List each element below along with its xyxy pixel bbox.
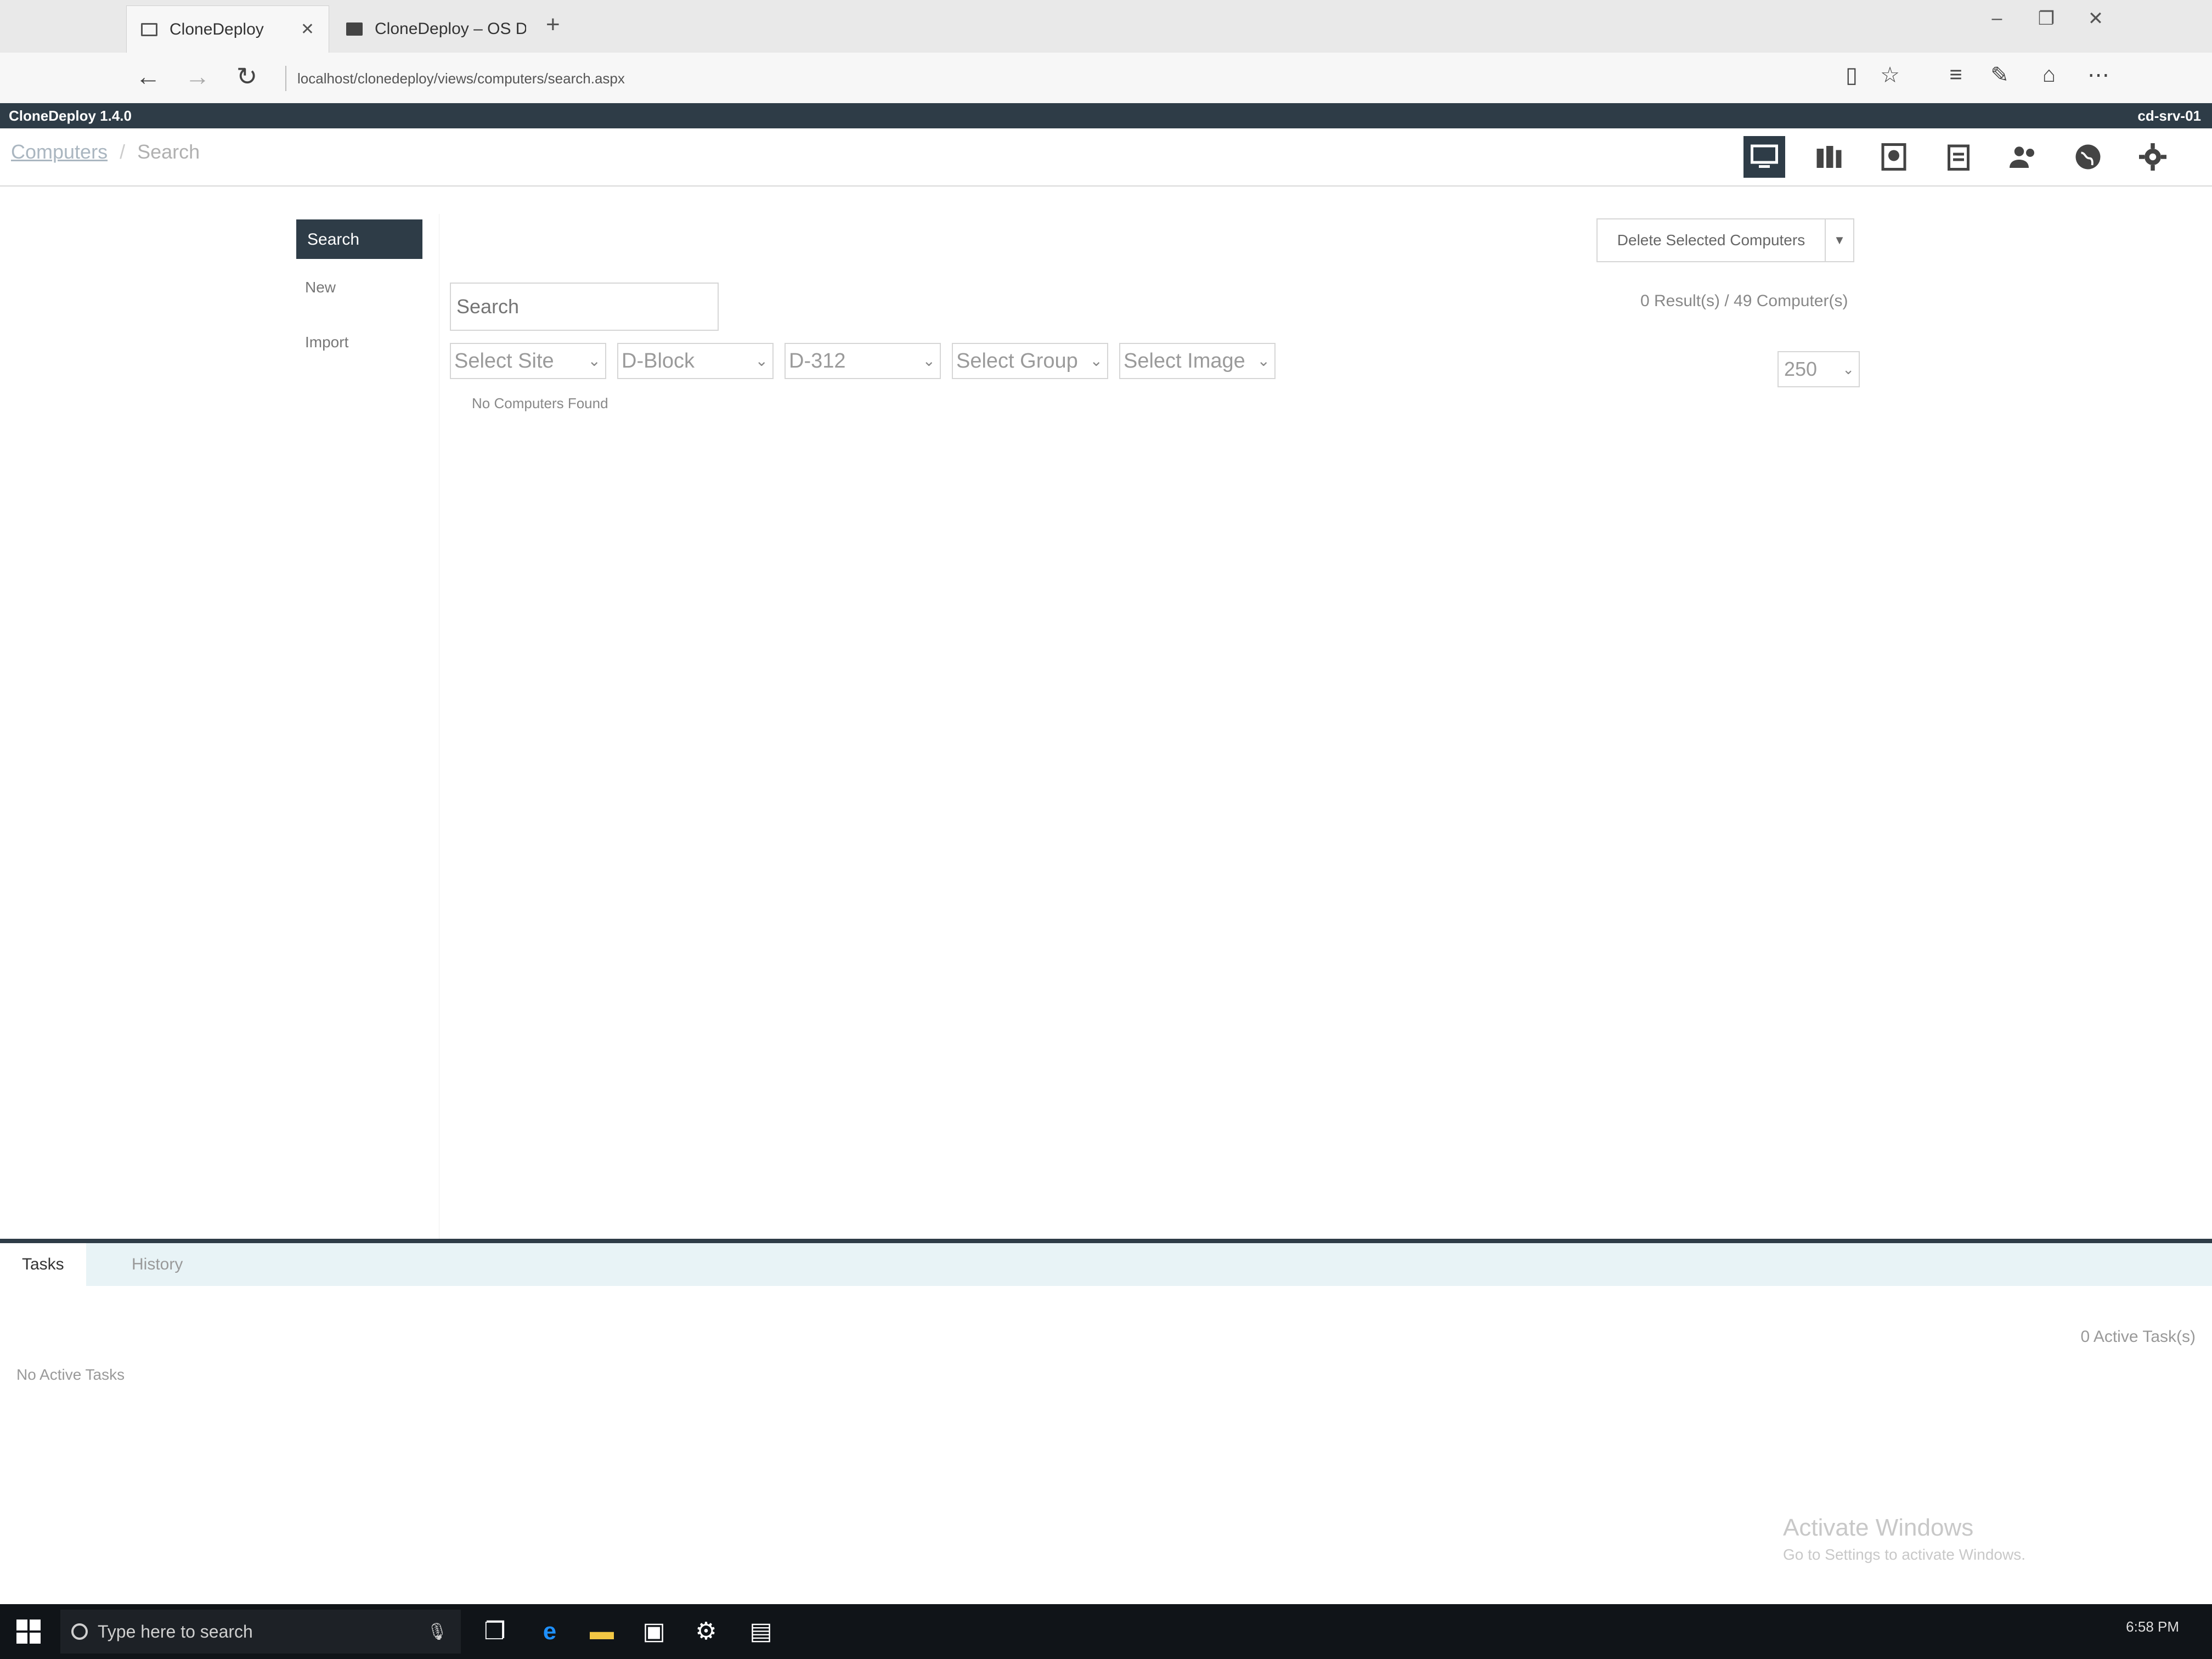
global-icon[interactable] bbox=[2067, 136, 2109, 178]
active-task-count: 0 Active Task(s) bbox=[2080, 1328, 2196, 1346]
refresh-icon[interactable]: ↻ bbox=[230, 61, 263, 91]
taskbar-search-placeholder: Type here to search bbox=[98, 1621, 253, 1641]
task-panel-divider bbox=[0, 1239, 2212, 1243]
search-input[interactable] bbox=[450, 283, 719, 331]
taskbar: Type here to search 🎙 ❐ e ▬ ▣ ⚙ ▤ 6:58 P… bbox=[0, 1604, 2212, 1659]
browser-tab-bar: CloneDeploy ✕ CloneDeploy – OS Deploym +… bbox=[0, 0, 2212, 53]
image-select-value: Select Image bbox=[1124, 349, 1245, 373]
activation-watermark: Activate Windows Go to Settings to activ… bbox=[1783, 1514, 2025, 1564]
page-size-value: 250 bbox=[1784, 358, 1818, 380]
tab-title: CloneDeploy – OS Deploym bbox=[375, 20, 526, 38]
task-tabs: Tasks History bbox=[0, 1243, 2212, 1286]
tab-history[interactable]: History bbox=[110, 1243, 205, 1286]
cortana-icon bbox=[71, 1623, 88, 1640]
windows-start-icon[interactable] bbox=[16, 1620, 41, 1644]
forward-icon[interactable]: → bbox=[181, 61, 214, 91]
chevron-down-icon: ⌄ bbox=[1257, 352, 1270, 369]
app-version: CloneDeploy 1.4.0 bbox=[9, 108, 132, 124]
store-icon[interactable]: ▣ bbox=[636, 1614, 672, 1649]
watermark-title: Activate Windows bbox=[1783, 1514, 1974, 1541]
room-select[interactable]: D-312 ⌄ bbox=[785, 343, 941, 379]
web-note-icon[interactable]: ✎ bbox=[1980, 63, 2019, 88]
app-header: CloneDeploy 1.4.0 cd-srv-01 bbox=[0, 103, 2212, 128]
more-icon[interactable]: ⋯ bbox=[2079, 63, 2118, 88]
tasks-icon[interactable] bbox=[1938, 136, 1979, 178]
group-select-value: Select Group bbox=[956, 349, 1078, 373]
address-bar[interactable]: localhost/clonedeploy/views/computers/se… bbox=[285, 66, 1888, 91]
app-window-icon[interactable]: ▤ bbox=[743, 1614, 778, 1649]
task-view-icon[interactable]: ❐ bbox=[477, 1614, 512, 1649]
room-select-value: D-312 bbox=[789, 349, 846, 373]
breadcrumb-current: Search bbox=[137, 140, 200, 163]
sidenav-import[interactable]: Import bbox=[296, 314, 422, 369]
breadcrumb-row: Computers / Search bbox=[0, 128, 2212, 187]
watermark-subtitle: Go to Settings to activate Windows. bbox=[1783, 1546, 2025, 1563]
site-select-value: Select Site bbox=[454, 349, 554, 373]
group-select[interactable]: Select Group ⌄ bbox=[952, 343, 1108, 379]
page-icon bbox=[141, 22, 157, 36]
delete-selected-button[interactable]: Delete Selected Computers ▼ bbox=[1596, 218, 1854, 262]
settings-gear-icon[interactable]: ⚙ bbox=[689, 1614, 724, 1649]
breadcrumb-separator: / bbox=[120, 140, 126, 163]
tab-clonedeploy[interactable]: CloneDeploy ✕ bbox=[126, 5, 329, 53]
minimize-button[interactable]: – bbox=[1980, 8, 2013, 29]
chevron-down-icon: ⌄ bbox=[1090, 352, 1103, 369]
hub-icon[interactable]: ≡ bbox=[1937, 63, 1975, 87]
page-size-select[interactable]: 250 ⌄ bbox=[1778, 351, 1860, 387]
settings-icon[interactable] bbox=[2132, 136, 2174, 178]
computers-icon[interactable] bbox=[1743, 136, 1785, 178]
no-active-tasks: No Active Tasks bbox=[16, 1366, 125, 1383]
top-nav-icons bbox=[1743, 136, 2174, 178]
tab-title: CloneDeploy bbox=[170, 20, 264, 38]
building-select-value: D-Block bbox=[622, 349, 695, 373]
server-name: cd-srv-01 bbox=[2137, 108, 2201, 124]
groups-icon[interactable] bbox=[1808, 136, 1850, 178]
microphone-icon[interactable]: 🎙 bbox=[427, 1622, 448, 1641]
breadcrumb-computers-link[interactable]: Computers bbox=[11, 140, 108, 163]
tab-clonedeploy-docs[interactable]: CloneDeploy – OS Deploym bbox=[332, 5, 540, 53]
favorite-star-icon[interactable]: ☆ bbox=[1871, 63, 1909, 88]
chevron-down-icon: ⌄ bbox=[588, 352, 601, 369]
building-select[interactable]: D-Block ⌄ bbox=[617, 343, 774, 379]
chevron-down-icon: ⌄ bbox=[1842, 361, 1854, 377]
result-count: 0 Result(s) / 49 Computer(s) bbox=[1640, 292, 1848, 310]
reading-view-icon[interactable]: ▯ bbox=[1832, 63, 1871, 88]
sidenav-new[interactable]: New bbox=[296, 259, 422, 314]
close-window-button[interactable]: ✕ bbox=[2079, 8, 2112, 30]
edge-icon[interactable]: e bbox=[532, 1614, 567, 1649]
share-icon[interactable]: ⌂ bbox=[2030, 63, 2068, 87]
back-icon[interactable]: ← bbox=[132, 61, 165, 91]
restore-button[interactable]: ❐ bbox=[2030, 8, 2063, 30]
clock[interactable]: 6:58 PM bbox=[2126, 1618, 2179, 1635]
chevron-down-icon: ⌄ bbox=[755, 352, 768, 369]
images-icon[interactable] bbox=[1873, 136, 1915, 178]
users-icon[interactable] bbox=[2002, 136, 2044, 178]
tab-tasks[interactable]: Tasks bbox=[0, 1243, 86, 1286]
breadcrumb: Computers / Search bbox=[11, 140, 200, 163]
sidenav-search[interactable]: Search bbox=[296, 219, 422, 259]
site-logo-icon bbox=[346, 22, 363, 36]
caret-down-icon[interactable]: ▼ bbox=[1825, 219, 1853, 261]
chevron-down-icon: ⌄ bbox=[922, 352, 935, 369]
taskbar-search[interactable]: Type here to search 🎙 bbox=[60, 1610, 461, 1654]
site-select[interactable]: Select Site ⌄ bbox=[450, 343, 606, 379]
side-nav: Search New Import bbox=[296, 219, 422, 369]
close-tab-icon[interactable]: ✕ bbox=[301, 20, 314, 39]
no-results-text: No Computers Found bbox=[472, 395, 608, 411]
image-select[interactable]: Select Image ⌄ bbox=[1119, 343, 1276, 379]
new-tab-button[interactable]: + bbox=[546, 11, 560, 38]
delete-selected-label: Delete Selected Computers bbox=[1617, 232, 1805, 249]
browser-nav-bar: ← → ↻ localhost/clonedeploy/views/comput… bbox=[0, 53, 2212, 104]
file-explorer-icon[interactable]: ▬ bbox=[584, 1614, 619, 1649]
